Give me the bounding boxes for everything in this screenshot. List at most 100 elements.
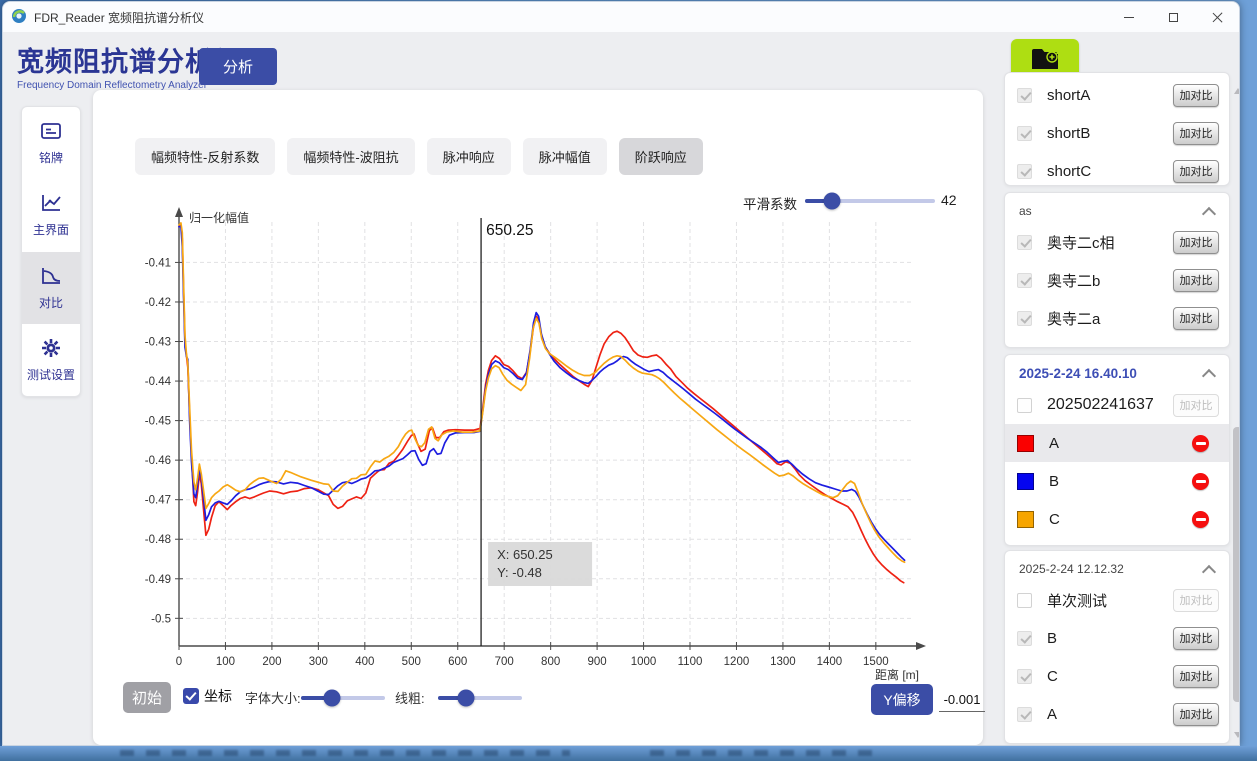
item-checkbox[interactable] xyxy=(1017,631,1032,646)
add-to-compare-button[interactable]: 加对比 xyxy=(1173,589,1219,612)
tab-1[interactable]: 幅频特性-波阻抗 xyxy=(287,138,414,175)
chevron-up-icon[interactable] xyxy=(1203,208,1215,215)
add-to-compare-button[interactable]: 加对比 xyxy=(1173,627,1219,650)
list-item-A[interactable]: A加对比 xyxy=(1005,695,1229,733)
group-title: 2025-2-24 16.40.10 xyxy=(1019,366,1137,381)
item-name: 单次测试 xyxy=(1047,590,1158,611)
color-swatch xyxy=(1017,511,1034,528)
analyze-button[interactable]: 分析 xyxy=(199,48,277,85)
tab-2[interactable]: 脉冲响应 xyxy=(427,138,511,175)
item-checkbox[interactable] xyxy=(1017,164,1032,179)
list-item-B[interactable]: B xyxy=(1005,462,1229,500)
smooth-coefficient-slider[interactable] xyxy=(805,199,935,203)
scroll-up-icon[interactable] xyxy=(1234,88,1240,94)
line-width-slider[interactable] xyxy=(438,696,522,700)
taskbar-smudge xyxy=(120,750,570,756)
y-tick-label: -0.44 xyxy=(145,376,172,388)
list-item-A[interactable]: A xyxy=(1005,424,1229,462)
x-tick-label: 400 xyxy=(355,656,374,668)
close-button[interactable] xyxy=(1195,2,1239,32)
item-name: C xyxy=(1049,511,1177,528)
remove-series-button[interactable] xyxy=(1192,511,1209,528)
remove-series-button[interactable] xyxy=(1192,435,1209,452)
sidebar-item-compare[interactable]: 对比 xyxy=(22,252,80,324)
list-item-shortC[interactable]: shortC加对比 xyxy=(1005,152,1229,186)
x-tick-label: 200 xyxy=(262,656,281,668)
chevron-up-icon[interactable] xyxy=(1203,370,1215,377)
x-tick-label: 1500 xyxy=(863,656,889,668)
x-tick-label: 900 xyxy=(588,656,607,668)
y-axis-title: 归一化幅值 xyxy=(189,210,249,225)
close-icon xyxy=(1212,12,1223,23)
step-response-chart[interactable]: 0100200300400500600700800900100011001200… xyxy=(131,206,946,686)
y-offset-input[interactable] xyxy=(939,688,985,712)
maximize-button[interactable] xyxy=(1151,2,1195,32)
list-item-奥寺二a[interactable]: 奥寺二a加对比 xyxy=(1005,299,1229,337)
item-name: 奥寺二c相 xyxy=(1047,232,1158,253)
measurement-group-2: 2025-2-24 16.40.10 202502241637加对比ABC xyxy=(1004,354,1230,546)
tab-4[interactable]: 阶跃响应 xyxy=(619,138,703,175)
list-item-B[interactable]: B加对比 xyxy=(1005,619,1229,657)
tab-0[interactable]: 幅频特性-反射系数 xyxy=(135,138,275,175)
group-header: 2025-2-24 16.40.10 xyxy=(1005,355,1229,386)
item-checkbox[interactable] xyxy=(1017,88,1032,103)
font-size-slider[interactable] xyxy=(301,696,385,700)
item-checkbox[interactable] xyxy=(1017,669,1032,684)
tab-3[interactable]: 脉冲幅值 xyxy=(523,138,607,175)
list-item-C[interactable]: C 加对比 xyxy=(1005,657,1229,695)
y-offset-button[interactable]: Y偏移 xyxy=(871,684,933,715)
add-to-compare-button[interactable]: 加对比 xyxy=(1173,269,1219,292)
minimize-button[interactable] xyxy=(1107,2,1151,32)
slider-thumb[interactable] xyxy=(457,690,474,707)
item-checkbox[interactable] xyxy=(1017,126,1032,141)
add-to-compare-button[interactable]: 加对比 xyxy=(1173,394,1219,417)
right-panel-scrollbar[interactable] xyxy=(1232,82,1240,742)
add-to-compare-button[interactable]: 加对比 xyxy=(1173,703,1219,726)
list-item-奥寺二c相[interactable]: 奥寺二c相加对比 xyxy=(1005,223,1229,261)
scroll-down-icon[interactable] xyxy=(1234,732,1240,738)
item-checkbox[interactable] xyxy=(1017,593,1032,608)
coordinate-checkbox-wrap[interactable]: 坐标 xyxy=(183,686,232,706)
group-header: 2025-2-24 12.12.32 xyxy=(1005,551,1229,581)
list-item-C[interactable]: C xyxy=(1005,500,1229,538)
coordinate-checkbox[interactable] xyxy=(183,688,199,704)
add-to-compare-button[interactable]: 加对比 xyxy=(1173,122,1219,145)
left-sidebar: 铭牌主界面对比测试设置 xyxy=(21,106,81,397)
item-checkbox[interactable] xyxy=(1017,273,1032,288)
sidebar-item-test-settings[interactable]: 测试设置 xyxy=(22,324,80,396)
list-item-shortA[interactable]: shortA加对比 xyxy=(1005,76,1229,114)
add-to-compare-button[interactable]: 加对比 xyxy=(1173,160,1219,183)
sidebar-item-nameplate[interactable]: 铭牌 xyxy=(22,107,80,179)
x-tick-label: 0 xyxy=(176,656,182,668)
y-tick-label: -0.46 xyxy=(145,455,171,467)
measurement-group-1: as奥寺二c相加对比奥寺二b加对比奥寺二a加对比 xyxy=(1004,192,1230,348)
item-name: shortB xyxy=(1047,125,1158,142)
add-to-compare-button[interactable]: 加对比 xyxy=(1173,665,1219,688)
item-checkbox[interactable] xyxy=(1017,235,1032,250)
item-checkbox[interactable] xyxy=(1017,707,1032,722)
remove-series-button[interactable] xyxy=(1192,473,1209,490)
cursor-x-label: 650.25 xyxy=(486,222,533,239)
y-tick-label: -0.5 xyxy=(151,613,171,625)
list-item-单次测试[interactable]: 单次测试加对比 xyxy=(1005,581,1229,619)
item-name: C xyxy=(1047,668,1158,685)
item-checkbox[interactable] xyxy=(1017,311,1032,326)
chevron-up-icon[interactable] xyxy=(1203,566,1215,573)
x-axis-title: 距离 [m] xyxy=(875,667,919,682)
list-item-奥寺二b[interactable]: 奥寺二b加对比 xyxy=(1005,261,1229,299)
slider-thumb[interactable] xyxy=(324,690,341,707)
y-tick-label: -0.43 xyxy=(145,337,171,349)
add-to-compare-button[interactable]: 加对比 xyxy=(1173,231,1219,254)
scrollbar-thumb[interactable] xyxy=(1233,427,1240,702)
add-to-compare-button[interactable]: 加对比 xyxy=(1173,307,1219,330)
nameplate-icon xyxy=(39,120,63,145)
sidebar-item-main-view[interactable]: 主界面 xyxy=(22,179,80,251)
series-A xyxy=(179,225,904,583)
reset-button[interactable]: 初始 xyxy=(123,682,171,713)
gear-icon xyxy=(40,337,62,362)
list-item-202502241637[interactable]: 202502241637加对比 xyxy=(1005,386,1229,424)
add-to-compare-button[interactable]: 加对比 xyxy=(1173,84,1219,107)
list-item-shortB[interactable]: shortB 加对比 xyxy=(1005,114,1229,152)
item-checkbox[interactable] xyxy=(1017,398,1032,413)
x-tick-label: 600 xyxy=(448,656,467,668)
